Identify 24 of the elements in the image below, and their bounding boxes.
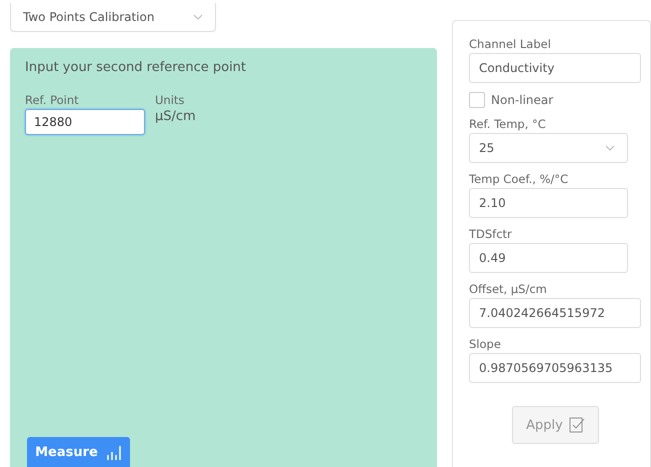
- text-input[interactable]: 7.040242664515972: [469, 298, 641, 328]
- text-input[interactable]: 0.49: [469, 243, 628, 273]
- field-label: Ref. Point: [25, 93, 80, 107]
- field-label: Slope: [469, 337, 502, 351]
- units-text: µS/cm: [155, 109, 196, 124]
- field-label: Temp Coef., %/°C: [469, 172, 570, 186]
- text-input[interactable]: 0.9870569705963135: [469, 353, 641, 383]
- bar-chart-icon: [106, 444, 122, 460]
- text-input[interactable]: 2.10: [469, 188, 628, 218]
- checkmark-box-icon: [568, 417, 585, 433]
- field-label: Ref. Temp, °C: [469, 117, 547, 131]
- ref-point-input[interactable]: 12880: [25, 109, 145, 135]
- field-label: Channel Label: [469, 37, 552, 51]
- field-label: Offset, µS/cm: [469, 282, 548, 296]
- temperature-dropdown[interactable]: 25: [469, 133, 628, 163]
- instruction-text: Input your second reference point: [25, 60, 248, 75]
- chevron-icon: [193, 14, 203, 20]
- field-label: Units: [155, 93, 186, 107]
- field-label: TDSfctr: [469, 227, 513, 241]
- text-input[interactable]: Conductivity: [469, 53, 641, 83]
- checkbox[interactable]: [469, 92, 485, 108]
- checkbox-label: Non-linear: [491, 93, 554, 107]
- chevron-icon: [605, 145, 615, 151]
- mode-dropdown[interactable]: Two Points Calibration: [10, 3, 216, 32]
